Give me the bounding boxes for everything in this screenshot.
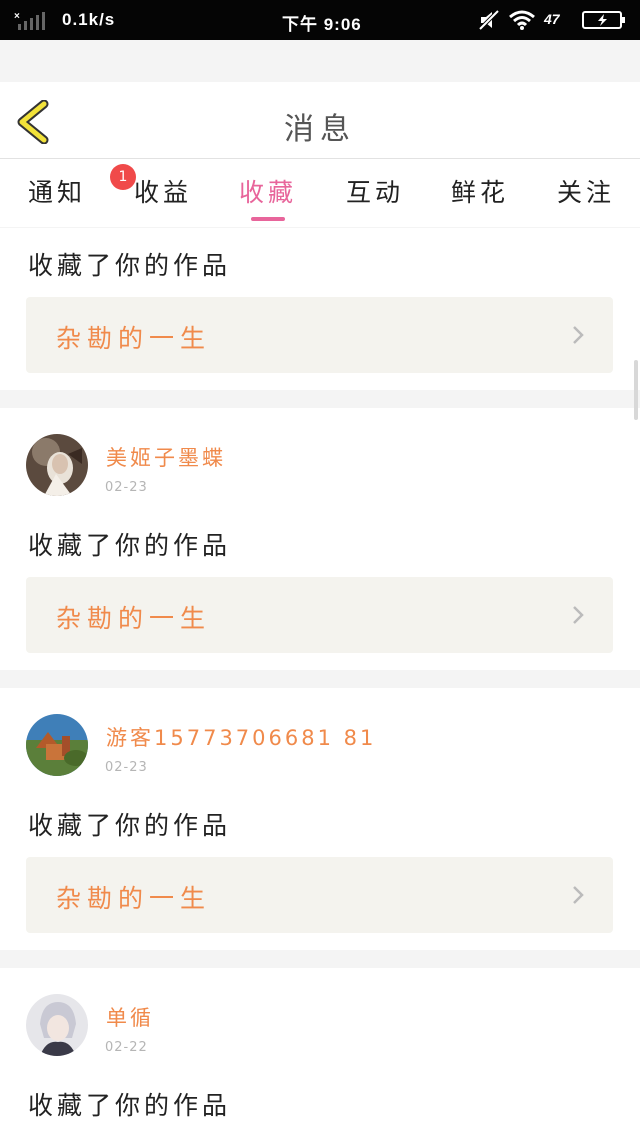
top-spacer [0, 40, 640, 82]
avatar-image [26, 994, 88, 1056]
tab-label: 收藏 [239, 178, 298, 207]
tab-interactions[interactable]: 互动 [346, 173, 404, 227]
timestamp: 02-22 [105, 1040, 148, 1055]
feed-item: 游客15773706681 81 02-23 收藏了你的作品 杂勘的一生 [0, 688, 640, 950]
signal-icon: × [14, 11, 45, 30]
tab-earnings[interactable]: 收益 [134, 173, 192, 227]
action-text: 收藏了你的作品 [28, 251, 232, 280]
chevron-right-icon [573, 606, 584, 624]
feed-item: 美姬子墨蝶 02-23 收藏了你的作品 杂勘的一生 [0, 408, 640, 670]
unread-badge: 1 [110, 164, 136, 190]
chevron-right-icon [573, 886, 584, 904]
network-speed: 0.1k/s [62, 10, 116, 29]
scrollbar[interactable] [634, 360, 638, 420]
feed-item: 单循 02-22 收藏了你的作品 [0, 968, 640, 1138]
tab-label: 收益 [134, 178, 193, 207]
status-bar: × 0.1k/s 下午 9:06 47 [0, 0, 640, 40]
feed-item: 收藏了你的作品 杂勘的一生 [0, 228, 640, 390]
tab-flowers[interactable]: 鲜花 [451, 173, 509, 227]
work-title: 杂勘的一生 [56, 604, 212, 633]
avatar[interactable] [26, 434, 88, 496]
work-title: 杂勘的一生 [56, 884, 212, 913]
avatar[interactable] [26, 714, 88, 776]
action-text: 收藏了你的作品 [28, 811, 232, 840]
tab-label: 互动 [346, 178, 405, 207]
work-link[interactable]: 杂勘的一生 [26, 857, 613, 933]
tab-notifications[interactable]: 通知 1 [28, 164, 136, 227]
page-title: 消息 [284, 112, 356, 147]
work-title: 杂勘的一生 [56, 324, 212, 353]
mute-icon [478, 9, 500, 31]
work-link[interactable]: 杂勘的一生 [26, 577, 613, 653]
tab-label: 鲜花 [451, 178, 510, 207]
timestamp: 02-23 [105, 480, 148, 495]
avatar-image [26, 434, 88, 496]
battery-percent: 47 [544, 11, 560, 27]
battery-charging-icon [582, 11, 625, 29]
tab-bar: 通知 1 收益 收藏 互动 鲜花 关注 [0, 159, 640, 227]
tab-label: 关注 [557, 178, 616, 207]
active-tab-indicator [251, 217, 285, 221]
clock: 下午 9:06 [282, 15, 362, 34]
tab-label: 通知 [28, 178, 87, 207]
avatar[interactable] [26, 994, 88, 1056]
nav-header: 消息 [0, 82, 640, 159]
tab-follows[interactable]: 关注 [557, 173, 615, 227]
timestamp: 02-23 [105, 760, 148, 775]
username[interactable]: 单循 [106, 1002, 154, 1032]
tab-favorites[interactable]: 收藏 [239, 173, 297, 227]
username[interactable]: 美姬子墨蝶 [106, 442, 226, 472]
chevron-right-icon [573, 326, 584, 344]
wifi-icon [509, 10, 535, 30]
username[interactable]: 游客15773706681 81 [106, 722, 376, 752]
svg-text:×: × [14, 11, 20, 22]
action-text: 收藏了你的作品 [28, 1091, 232, 1120]
work-link[interactable]: 杂勘的一生 [26, 297, 613, 373]
action-text: 收藏了你的作品 [28, 531, 232, 560]
avatar-image [26, 714, 88, 776]
